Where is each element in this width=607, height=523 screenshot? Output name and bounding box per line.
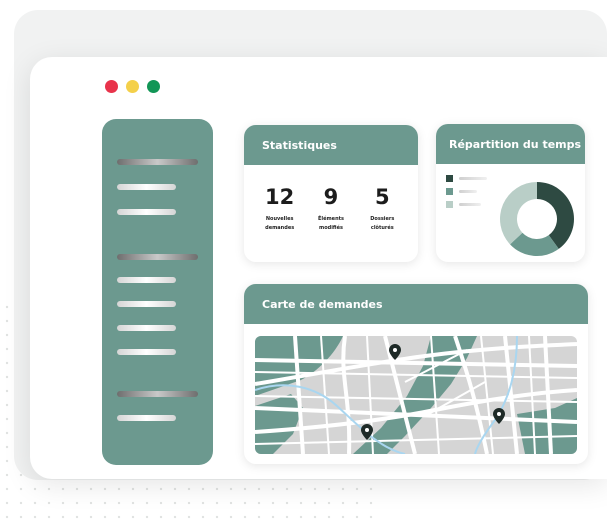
close-window-button[interactable] [105,80,118,93]
stats-card: Statistiques 12 Nouvelles demandes 9 Élé… [244,125,418,262]
stat-label-line: demandes [265,225,295,231]
chart-legend [446,175,487,214]
stat-number: 5 [375,185,390,209]
sidebar-item[interactable] [117,184,176,190]
stat-label-line: Dossiers [370,216,395,222]
legend-placeholder-text [459,190,477,193]
sidebar [102,119,213,465]
legend-placeholder-text [459,177,487,180]
sidebar-item[interactable] [117,301,176,307]
legend-placeholder-text [459,203,481,206]
legend-swatch [446,175,453,182]
stat-label-line: clôturés [370,225,394,231]
map-graphic [255,336,577,454]
stat-label-line: modifiés [318,225,343,231]
legend-swatch [446,188,453,195]
requests-map[interactable] [255,336,577,454]
minimize-window-button[interactable] [126,80,139,93]
donut-slice [500,182,537,245]
window-controls [105,80,160,93]
stat-number: 9 [323,185,339,209]
sidebar-section-header [117,159,198,165]
stat-modified-items: 9 Éléments modifiés [305,185,356,233]
legend-swatch [446,201,453,208]
legend-item [446,188,487,195]
time-distribution-card: Répartition du temps [436,124,585,262]
sidebar-item[interactable] [117,349,176,355]
stats-row: 12 Nouvelles demandes 9 Éléments modifié… [244,165,418,233]
stat-label-line: Éléments [317,216,345,222]
sidebar-item[interactable] [117,325,176,331]
maximize-window-button[interactable] [147,80,160,93]
time-card-title: Répartition du temps [436,124,585,164]
stat-closed-files: 5 Dossiers clôturés [357,185,408,233]
stat-label: Nouvelles demandes [254,215,305,233]
stats-card-title: Statistiques [244,125,418,165]
sidebar-item[interactable] [117,209,176,215]
stat-label-line: Nouvelles [265,216,294,222]
legend-item [446,201,487,208]
stat-label: Éléments modifiés [305,215,356,233]
legend-item [446,175,487,182]
sidebar-item[interactable] [117,415,176,421]
stat-number: 12 [265,185,295,209]
stat-new-requests: 12 Nouvelles demandes [254,185,305,233]
donut-chart [500,182,574,256]
stat-label: Dossiers clôturés [357,215,408,233]
sidebar-section-header [117,391,198,397]
map-card-title: Carte de demandes [244,284,588,324]
sidebar-item[interactable] [117,277,176,283]
map-card: Carte de demandes [244,284,588,464]
sidebar-section-header [117,254,198,260]
